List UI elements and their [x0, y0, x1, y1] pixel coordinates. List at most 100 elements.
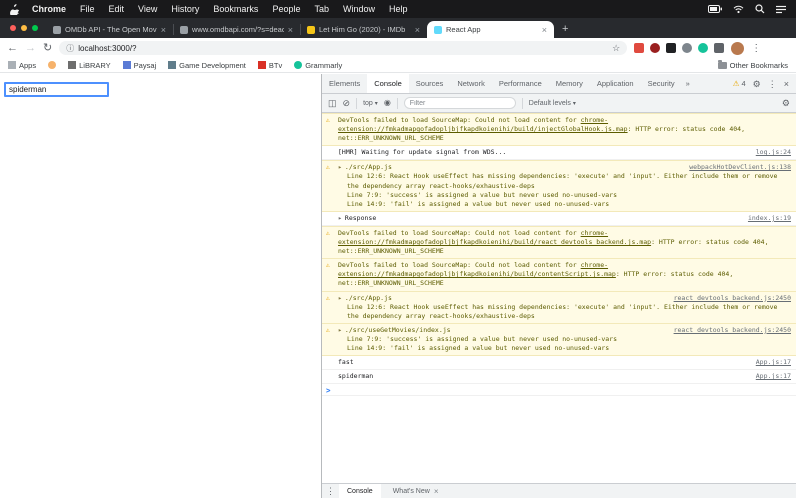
- tab-close-icon[interactable]: ×: [161, 25, 166, 34]
- bookmark-item[interactable]: Game Development: [168, 61, 246, 70]
- menu-item-tab[interactable]: Tab: [307, 0, 336, 18]
- bookmark-item[interactable]: Apps: [8, 61, 36, 70]
- browser-tab[interactable]: OMDb API - The Open Movie D ×: [46, 21, 173, 38]
- extension-icon[interactable]: [714, 43, 725, 53]
- warnings-badge[interactable]: ⚠ 4: [733, 79, 746, 88]
- profile-avatar[interactable]: [731, 41, 745, 55]
- expand-arrow-icon[interactable]: ▸: [338, 214, 342, 222]
- menu-item-help[interactable]: Help: [382, 0, 415, 18]
- battery-icon[interactable]: [708, 5, 722, 13]
- forward-button[interactable]: →: [25, 42, 36, 54]
- devtools-settings-icon[interactable]: ⚙: [753, 79, 761, 89]
- browser-tab[interactable]: www.omdbapi.com/?s=deadpo ×: [173, 21, 300, 38]
- console-settings-icon[interactable]: ⚙: [782, 98, 790, 108]
- console-filter-input[interactable]: [403, 97, 516, 109]
- console-source-link[interactable]: App.js:17: [756, 372, 791, 381]
- expand-arrow-icon[interactable]: ▸: [338, 326, 342, 334]
- back-button[interactable]: ←: [7, 42, 18, 54]
- devtools-tab-network[interactable]: Network: [450, 74, 492, 93]
- browser-tab[interactable]: React App ×: [427, 21, 554, 38]
- bookmark-item[interactable]: BTv: [257, 61, 282, 70]
- menu-item-view[interactable]: View: [131, 0, 164, 18]
- browser-tabs: OMDb API - The Open Movie D×www.omdbapi.…: [46, 21, 554, 38]
- new-tab-button[interactable]: +: [562, 23, 568, 35]
- more-tabs-icon[interactable]: »: [682, 79, 694, 88]
- tab-close-icon[interactable]: ×: [542, 25, 547, 34]
- extension-icon[interactable]: [682, 43, 693, 53]
- console-sidebar-icon[interactable]: ◫: [328, 98, 337, 108]
- menu-item-history[interactable]: History: [164, 0, 206, 18]
- console-source-link[interactable]: react_devtools_backend.js:2450: [674, 294, 791, 303]
- drawer-menu-icon[interactable]: ⋮: [326, 486, 335, 496]
- context-selector[interactable]: top ▾: [363, 100, 378, 107]
- menu-item-people[interactable]: People: [265, 0, 307, 18]
- bookmark-favicon-icon: [168, 61, 177, 69]
- console-prompt[interactable]: >: [322, 384, 796, 397]
- console-message-row: Line 12:6: React Hook useEffect has miss…: [338, 303, 791, 321]
- close-icon[interactable]: ×: [434, 487, 439, 496]
- tab-close-icon[interactable]: ×: [415, 25, 420, 34]
- bookmark-star-icon[interactable]: ☆: [612, 43, 620, 54]
- window-close-button[interactable]: [10, 25, 16, 31]
- bookmark-item[interactable]: LiBRARY: [68, 61, 111, 70]
- console-message-row: Line 14:9: 'fail' is assigned a value bu…: [338, 200, 791, 209]
- extension-icon[interactable]: [634, 43, 645, 53]
- devtools-close-icon[interactable]: ×: [784, 79, 789, 89]
- tab-close-icon[interactable]: ×: [288, 25, 293, 34]
- console-source-link[interactable]: log.js:24: [756, 148, 791, 157]
- extension-icon[interactable]: [666, 43, 677, 53]
- other-bookmarks[interactable]: Other Bookmarks: [717, 59, 788, 70]
- notification-center-icon[interactable]: [776, 5, 786, 14]
- devtools-tab-sources[interactable]: Sources: [409, 74, 451, 93]
- menu-item-file[interactable]: File: [73, 0, 102, 18]
- address-bar[interactable]: ⓘ localhost:3000/? ☆: [59, 41, 628, 55]
- apple-menu-icon[interactable]: [10, 3, 21, 15]
- expand-arrow-icon[interactable]: ▸: [338, 163, 342, 171]
- toolbar-divider: [356, 97, 358, 109]
- chrome-menu-button[interactable]: ⋮: [751, 43, 761, 54]
- bookmark-item[interactable]: Paysaj: [122, 61, 156, 70]
- url-text[interactable]: localhost:3000/?: [78, 44, 608, 53]
- extension-icon[interactable]: [650, 43, 661, 53]
- search-input[interactable]: [4, 82, 109, 97]
- console-source-link[interactable]: App.js:17: [756, 358, 791, 367]
- devtools-menu-icon[interactable]: ⋮: [768, 79, 777, 89]
- bookmarks-bar: Apps LiBRARY Paysaj Game Development BTv Gram…: [0, 58, 796, 73]
- console-text: Line 14:9: 'fail' is assigned a value bu…: [347, 343, 610, 352]
- bookmark-item[interactable]: Grammarly: [294, 61, 342, 70]
- devtools-tab-elements[interactable]: Elements: [322, 74, 367, 93]
- wifi-icon[interactable]: [733, 5, 744, 14]
- menu-item-window[interactable]: Window: [336, 0, 382, 18]
- devtools-tab-console[interactable]: Console: [367, 74, 409, 93]
- menu-item-chrome[interactable]: Chrome: [25, 0, 73, 18]
- page-info-icon[interactable]: ⓘ: [66, 43, 74, 54]
- menu-item-edit[interactable]: Edit: [102, 0, 132, 18]
- console-source-link[interactable]: webpackHotDevClient.js:138: [689, 163, 791, 172]
- warning-icon: ⚠: [326, 163, 330, 172]
- menu-item-bookmarks[interactable]: Bookmarks: [206, 0, 265, 18]
- browser-tab[interactable]: Let Him Go (2020) - IMDb ×: [300, 21, 427, 38]
- bookmark-favicon-icon: [257, 61, 266, 69]
- console-source-link[interactable]: index.js:19: [748, 214, 791, 223]
- window-minimize-button[interactable]: [21, 25, 27, 31]
- devtools-tab-application[interactable]: Application: [590, 74, 641, 93]
- clear-console-icon[interactable]: ⊘: [343, 98, 351, 108]
- drawer-tab-whats-new[interactable]: What's New ×: [385, 484, 447, 498]
- devtools-tab-performance[interactable]: Performance: [492, 74, 549, 93]
- extension-icon[interactable]: [698, 43, 709, 53]
- macos-menu-bar: Chrome File Edit View History Bookmarks People…: [0, 0, 796, 18]
- console-source-link[interactable]: react_devtools_backend.js:2450: [674, 326, 791, 335]
- expand-arrow-icon[interactable]: ▸: [338, 294, 342, 302]
- drawer-tab-console[interactable]: Console: [339, 484, 381, 498]
- spotlight-search-icon[interactable]: [755, 4, 765, 14]
- console-text: ./src/useGetMovies/index.js: [344, 325, 451, 334]
- reload-button[interactable]: ↻: [43, 42, 52, 54]
- bookmark-item[interactable]: [48, 61, 57, 69]
- window-zoom-button[interactable]: [32, 25, 38, 31]
- live-expression-icon[interactable]: ◉: [384, 98, 391, 108]
- console-text: fast: [338, 358, 354, 367]
- console-message-row: spiderman: [338, 372, 791, 381]
- devtools-tab-memory[interactable]: Memory: [549, 74, 590, 93]
- log-levels-selector[interactable]: Default levels ▾: [529, 100, 576, 107]
- devtools-tab-security[interactable]: Security: [641, 74, 682, 93]
